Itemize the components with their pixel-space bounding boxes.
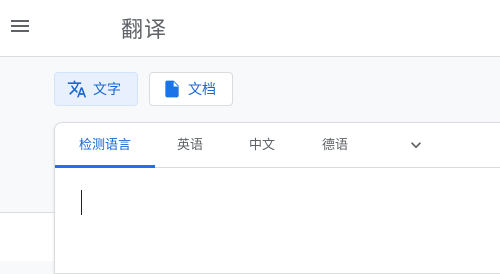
source-panel: 检测语言 英语 中文 德语 — [54, 122, 500, 274]
app-header: 翻译 — [0, 0, 500, 57]
mode-selector: 文字 文档 — [0, 57, 500, 121]
menu-bar — [11, 20, 29, 22]
document-mode-button[interactable]: 文档 — [149, 72, 233, 106]
page-title: 翻译 — [121, 18, 168, 43]
tab-english[interactable]: 英语 — [166, 123, 214, 167]
text-mode-label: 文字 — [93, 82, 121, 98]
menu-bar — [11, 30, 29, 32]
text-cursor — [81, 190, 82, 215]
tab-german[interactable]: 德语 — [311, 123, 359, 167]
tab-detect-language[interactable]: 检测语言 — [55, 123, 155, 168]
tab-label: 英语 — [176, 138, 203, 153]
text-mode-button[interactable]: 文字 — [54, 72, 138, 106]
main-menu-button[interactable] — [8, 14, 32, 38]
tab-label: 德语 — [321, 138, 348, 153]
tab-label: 检测语言 — [78, 138, 131, 153]
source-language-tabs: 检测语言 英语 中文 德语 — [55, 123, 500, 168]
document-mode-label: 文档 — [188, 82, 216, 98]
background-panel — [0, 212, 54, 261]
translate-icon — [67, 79, 87, 99]
menu-bar — [11, 25, 29, 27]
document-icon — [162, 79, 182, 99]
source-text-input[interactable] — [55, 168, 500, 273]
tab-chinese[interactable]: 中文 — [238, 123, 286, 167]
tab-label: 中文 — [248, 138, 275, 153]
chevron-down-icon — [411, 142, 421, 149]
more-source-languages-button[interactable] — [406, 135, 426, 155]
